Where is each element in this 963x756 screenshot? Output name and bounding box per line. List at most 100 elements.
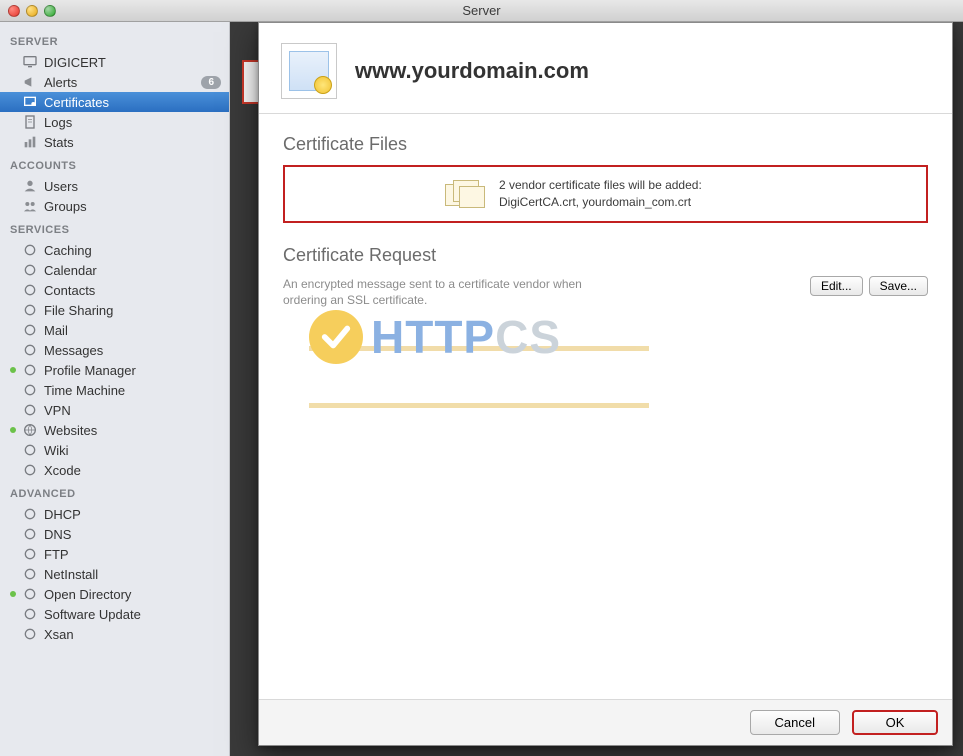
sheet-footer: Cancel OK	[259, 699, 952, 745]
watermark-check-icon	[309, 310, 363, 364]
watermark-text: HTTPCS	[371, 310, 561, 364]
sidebar-item-label: DNS	[44, 527, 221, 542]
status-dot-icon	[10, 427, 16, 433]
netinstall-icon	[22, 566, 38, 582]
sidebar-item-label: Open Directory	[44, 587, 221, 602]
files-line-1: 2 vendor certificate files will be added…	[499, 177, 702, 194]
watermark: HTTPCS	[309, 294, 649, 460]
ok-button[interactable]: OK	[852, 710, 938, 735]
status-dot-icon	[10, 367, 16, 373]
wiki-icon	[22, 442, 38, 458]
app-window: Server SERVER DIGICERT Alerts6 Certificates…	[0, 0, 963, 756]
sidebar-item-digicert[interactable]: DIGICERT	[0, 52, 229, 72]
clock-icon	[22, 382, 38, 398]
document-icon	[22, 114, 38, 130]
sidebar-section-header: ADVANCED	[0, 480, 229, 504]
sidebar-item-mail[interactable]: Mail	[0, 320, 229, 340]
sidebar-item-websites[interactable]: Websites	[0, 420, 229, 440]
sidebar-item-vpn[interactable]: VPN	[0, 400, 229, 420]
certificate-sheet: www.yourdomain.com Certificate Files 2 v…	[258, 22, 953, 746]
sidebar-section-header: SERVICES	[0, 216, 229, 240]
sidebar-item-stats[interactable]: Stats	[0, 132, 229, 152]
sidebar-item-label: Logs	[44, 115, 221, 130]
sidebar-item-label: DIGICERT	[44, 55, 221, 70]
sidebar-item-calendar[interactable]: Calendar	[0, 260, 229, 280]
dns-icon	[22, 526, 38, 542]
sidebar-item-xsan[interactable]: Xsan	[0, 624, 229, 644]
certificate-files-box: 2 vendor certificate files will be added…	[283, 165, 928, 223]
sidebar: SERVER DIGICERT Alerts6 Certificates Logs Sta…	[0, 22, 230, 756]
sidebar-item-wiki[interactable]: Wiki	[0, 440, 229, 460]
sidebar-item-label: Groups	[44, 199, 221, 214]
gear-icon	[22, 362, 38, 378]
sidebar-item-dns[interactable]: DNS	[0, 524, 229, 544]
sidebar-item-messages[interactable]: Messages	[0, 340, 229, 360]
sidebar-section-header: ACCOUNTS	[0, 152, 229, 176]
sidebar-item-logs[interactable]: Logs	[0, 112, 229, 132]
sidebar-item-netinstall[interactable]: NetInstall	[0, 564, 229, 584]
sidebar-item-ftp[interactable]: FTP	[0, 544, 229, 564]
hammer-icon	[22, 462, 38, 478]
certificate-thumbnail	[281, 43, 337, 99]
certificate-icon	[22, 94, 38, 110]
request-section-title: Certificate Request	[283, 245, 928, 266]
sidebar-item-label: Profile Manager	[44, 363, 221, 378]
save-button[interactable]: Save...	[869, 276, 928, 296]
certificate-files-text: 2 vendor certificate files will be added…	[499, 177, 702, 211]
sheet-title: www.yourdomain.com	[355, 58, 589, 84]
sidebar-item-label: Stats	[44, 135, 221, 150]
content-area: www.yourdomain.com Certificate Files 2 v…	[230, 22, 963, 756]
sidebar-item-caching[interactable]: Caching	[0, 240, 229, 260]
barchart-icon	[22, 134, 38, 150]
sidebar-item-software-update[interactable]: Software Update	[0, 604, 229, 624]
sidebar-item-label: Contacts	[44, 283, 221, 298]
sidebar-item-label: Users	[44, 179, 221, 194]
sidebar-item-certificates[interactable]: Certificates	[0, 92, 229, 112]
contacts-icon	[22, 282, 38, 298]
sidebar-item-dhcp[interactable]: DHCP	[0, 504, 229, 524]
sidebar-item-open-directory[interactable]: Open Directory	[0, 584, 229, 604]
edit-button[interactable]: Edit...	[810, 276, 863, 296]
xsan-icon	[22, 626, 38, 642]
main-area: SERVER DIGICERT Alerts6 Certificates Logs Sta…	[0, 22, 963, 756]
folder-icon	[22, 302, 38, 318]
sidebar-item-label: Calendar	[44, 263, 221, 278]
dhcp-icon	[22, 506, 38, 522]
sidebar-item-label: Certificates	[44, 95, 221, 110]
messages-icon	[22, 342, 38, 358]
titlebar: Server	[0, 0, 963, 22]
sidebar-item-label: Xsan	[44, 627, 221, 642]
window-title: Server	[0, 3, 963, 18]
sidebar-item-profile-manager[interactable]: Profile Manager	[0, 360, 229, 380]
monitor-icon	[22, 54, 38, 70]
mail-icon	[22, 322, 38, 338]
sidebar-item-label: Mail	[44, 323, 221, 338]
sidebar-item-users[interactable]: Users	[0, 176, 229, 196]
sidebar-item-xcode[interactable]: Xcode	[0, 460, 229, 480]
sidebar-section-header: SERVER	[0, 28, 229, 52]
sheet-header: www.yourdomain.com	[259, 23, 952, 114]
sidebar-item-label: Messages	[44, 343, 221, 358]
sidebar-item-time-machine[interactable]: Time Machine	[0, 380, 229, 400]
megaphone-icon	[22, 74, 38, 90]
directory-icon	[22, 586, 38, 602]
sidebar-item-label: Alerts	[44, 75, 195, 90]
user-icon	[22, 178, 38, 194]
ftp-icon	[22, 546, 38, 562]
calendar-icon	[22, 262, 38, 278]
cancel-button[interactable]: Cancel	[750, 710, 840, 735]
cache-icon	[22, 242, 38, 258]
sidebar-item-label: Websites	[44, 423, 221, 438]
sidebar-item-groups[interactable]: Groups	[0, 196, 229, 216]
sidebar-item-label: DHCP	[44, 507, 221, 522]
sidebar-item-alerts[interactable]: Alerts6	[0, 72, 229, 92]
update-icon	[22, 606, 38, 622]
sidebar-item-label: Time Machine	[44, 383, 221, 398]
sidebar-item-contacts[interactable]: Contacts	[0, 280, 229, 300]
sidebar-item-label: VPN	[44, 403, 221, 418]
sheet-body: Certificate Files 2 vendor certificate f…	[259, 114, 952, 699]
globe-icon	[22, 422, 38, 438]
lock-icon	[22, 402, 38, 418]
sidebar-item-label: NetInstall	[44, 567, 221, 582]
sidebar-item-file-sharing[interactable]: File Sharing	[0, 300, 229, 320]
